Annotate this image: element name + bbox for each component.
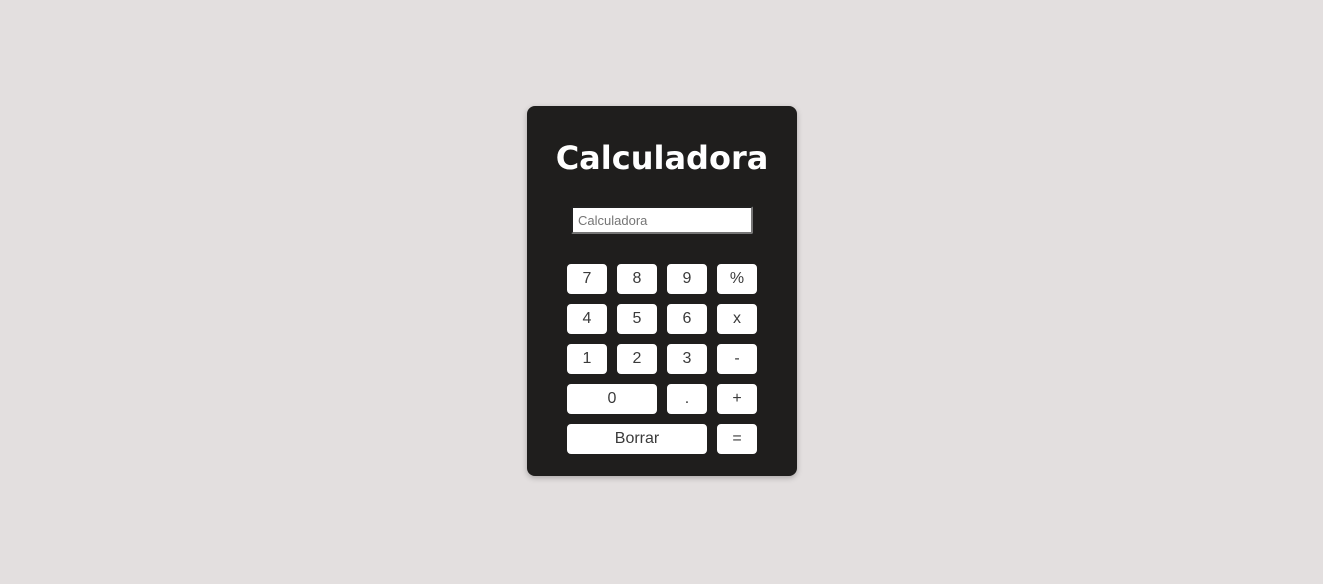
calculator-panel: Calculadora 7 8 9 % 4 5 6 x 1 2 3 - 0 . … [527,106,797,476]
key-3-button[interactable]: 3 [667,344,707,374]
key-1-button[interactable]: 1 [567,344,607,374]
clear-button[interactable]: Borrar [567,424,707,454]
calculator-display-input[interactable] [571,206,753,234]
equals-button[interactable]: = [717,424,757,454]
key-9-button[interactable]: 9 [667,264,707,294]
multiply-button[interactable]: x [717,304,757,334]
key-7-button[interactable]: 7 [567,264,607,294]
plus-button[interactable]: + [717,384,757,414]
minus-button[interactable]: - [717,344,757,374]
key-2-button[interactable]: 2 [617,344,657,374]
decimal-point-button[interactable]: . [667,384,707,414]
key-0-button[interactable]: 0 [567,384,657,414]
calculator-title: Calculadora [555,139,769,177]
key-6-button[interactable]: 6 [667,304,707,334]
percent-button[interactable]: % [717,264,757,294]
key-8-button[interactable]: 8 [617,264,657,294]
key-5-button[interactable]: 5 [617,304,657,334]
key-4-button[interactable]: 4 [567,304,607,334]
